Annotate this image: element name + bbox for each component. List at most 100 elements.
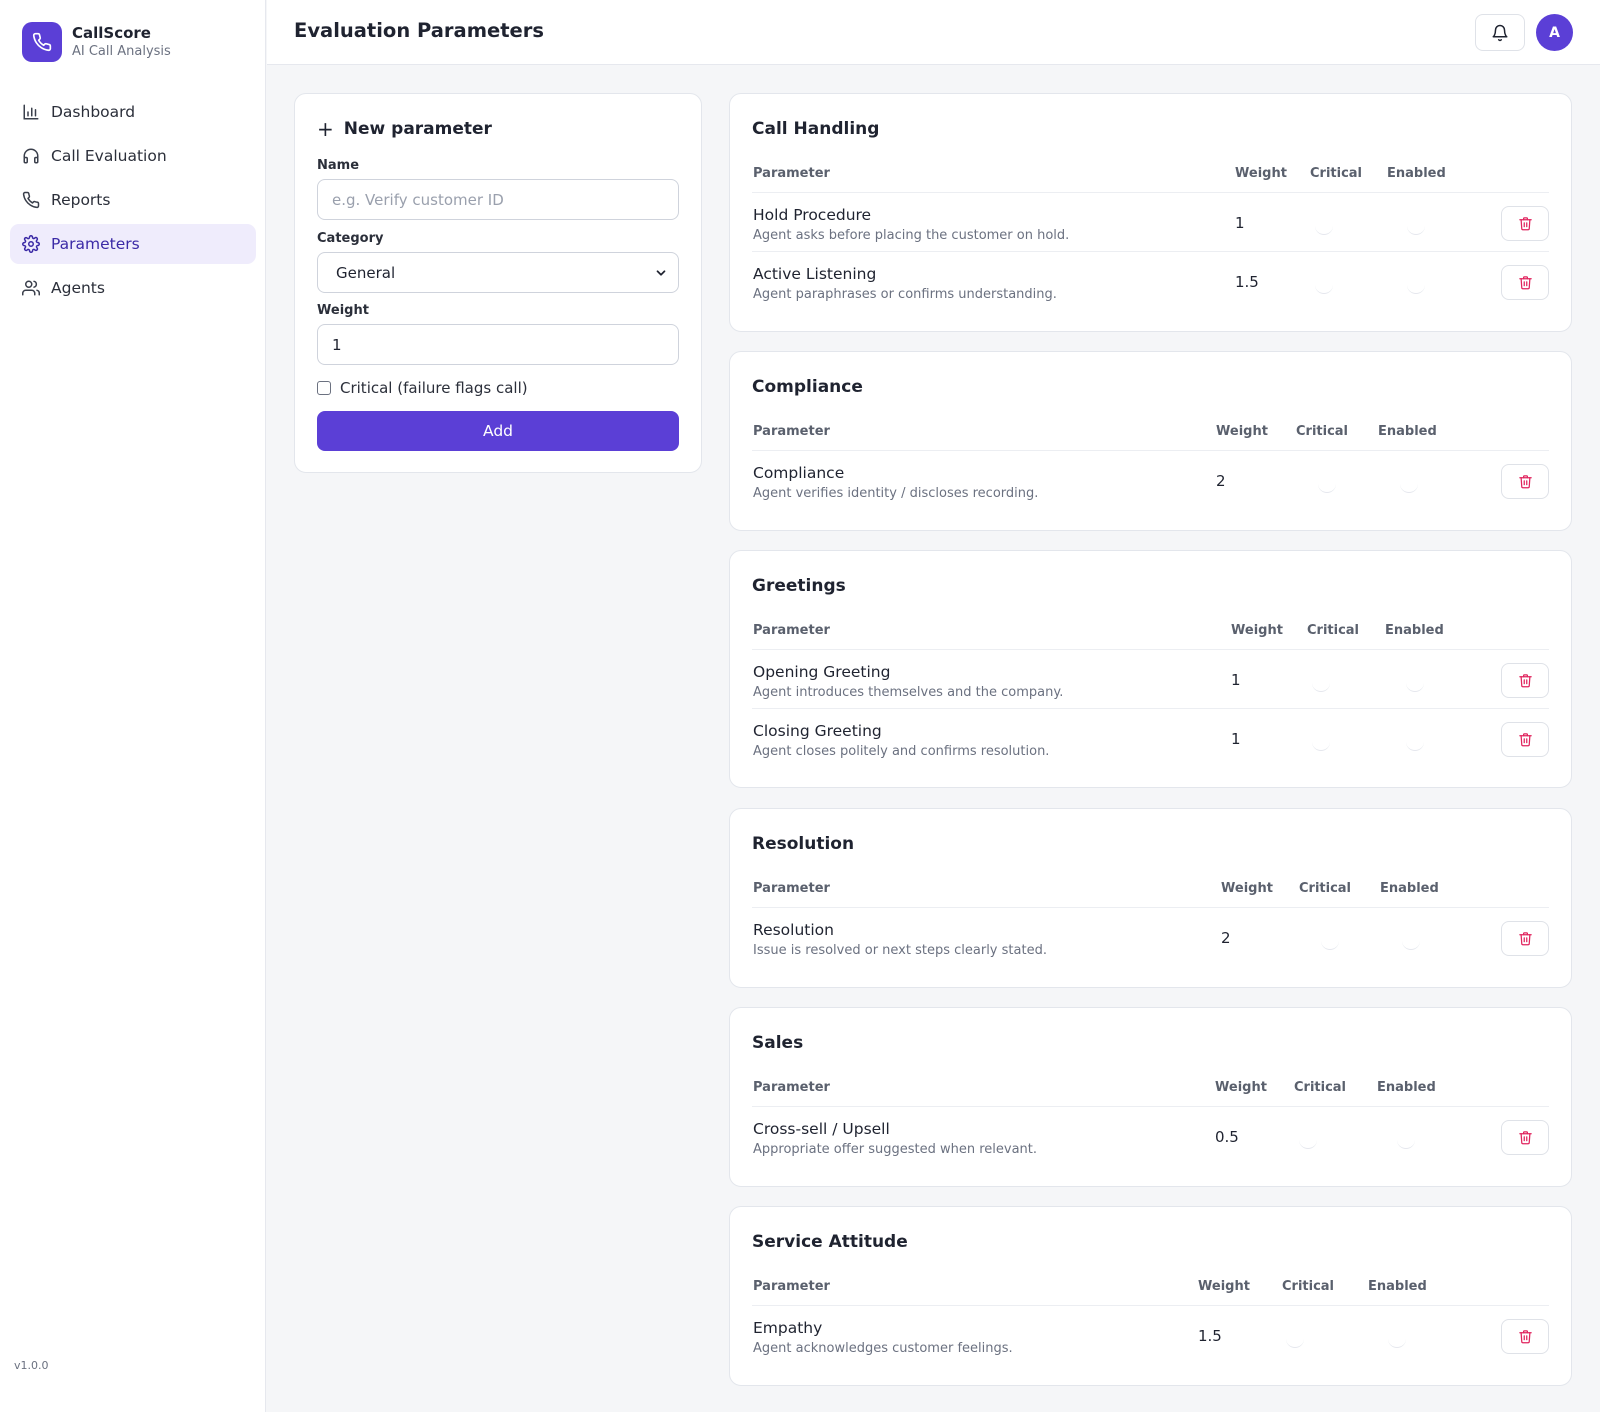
category-title: Service Attitude — [752, 1232, 908, 1252]
gear-icon — [22, 235, 40, 253]
parameter-name: Empathy — [753, 1319, 823, 1337]
column-header-enabled: Enabled — [1380, 881, 1439, 896]
parameter-weight: 2 — [1216, 472, 1226, 490]
critical-toggle[interactable] — [1318, 483, 1336, 493]
parameter-name: Opening Greeting — [753, 663, 891, 681]
users-icon — [22, 279, 40, 297]
brand[interactable]: CallScore AI Call Analysis — [22, 22, 171, 62]
top-header: Evaluation Parameters A — [267, 0, 1600, 65]
name-label: Name — [317, 158, 360, 173]
enabled-toggle[interactable] — [1400, 483, 1418, 493]
notifications-button[interactable] — [1475, 14, 1525, 51]
sidebar-item-label: Agents — [51, 279, 105, 297]
enabled-toggle[interactable] — [1406, 741, 1424, 751]
enabled-toggle[interactable] — [1388, 1338, 1406, 1348]
weight-label: Weight — [317, 303, 369, 318]
delete-button[interactable] — [1501, 722, 1549, 757]
enabled-toggle[interactable] — [1402, 940, 1420, 950]
app-version: v1.0.0 — [14, 1359, 49, 1372]
category-card-sales: Sales Parameter Weight Critical Enabled … — [729, 1007, 1572, 1187]
trash-icon — [1518, 673, 1533, 688]
parameter-name: Compliance — [753, 464, 845, 482]
parameter-name: Cross-sell / Upsell — [753, 1120, 890, 1138]
column-header-parameter: Parameter — [753, 623, 830, 638]
delete-button[interactable] — [1501, 464, 1549, 499]
avatar[interactable]: A — [1536, 14, 1573, 51]
critical-toggle[interactable] — [1321, 940, 1339, 950]
category-card-compliance: Compliance Parameter Weight Critical Ena… — [729, 351, 1572, 531]
critical-toggle[interactable] — [1315, 284, 1333, 294]
column-header-critical: Critical — [1310, 166, 1363, 181]
sidebar-item-reports[interactable]: Reports — [10, 180, 256, 220]
trash-icon — [1518, 474, 1533, 489]
table-row: Active Listening Agent paraphrases or co… — [752, 251, 1549, 309]
parameter-name: Active Listening — [753, 265, 877, 283]
parameter-description: Agent asks before placing the customer o… — [753, 228, 1070, 243]
critical-checkbox[interactable] — [317, 381, 331, 395]
critical-toggle[interactable] — [1312, 741, 1330, 751]
weight-input[interactable] — [317, 324, 679, 365]
category-select[interactable]: General — [317, 252, 679, 293]
delete-button[interactable] — [1501, 921, 1549, 956]
category-card-call-handling: Call Handling Parameter Weight Critical … — [729, 93, 1572, 332]
parameter-weight: 1.5 — [1198, 1327, 1222, 1345]
enabled-toggle[interactable] — [1397, 1139, 1415, 1149]
category-card-resolution: Resolution Parameter Weight Critical Ena… — [729, 808, 1572, 988]
critical-checkbox-row[interactable]: Critical (failure flags call) — [317, 379, 528, 397]
table-row: Cross-sell / Upsell Appropriate offer su… — [752, 1107, 1549, 1165]
delete-button[interactable] — [1501, 206, 1549, 241]
sidebar-item-agents[interactable]: Agents — [10, 268, 256, 308]
column-header-parameter: Parameter — [753, 1279, 830, 1294]
sidebar-item-dashboard[interactable]: Dashboard — [10, 92, 256, 132]
column-header-parameter: Parameter — [753, 424, 830, 439]
column-header-parameter: Parameter — [753, 881, 830, 896]
critical-checkbox-label: Critical (failure flags call) — [340, 379, 528, 397]
sidebar-item-label: Parameters — [51, 235, 140, 253]
trash-icon — [1518, 275, 1533, 290]
column-header-critical: Critical — [1282, 1279, 1335, 1294]
critical-toggle[interactable] — [1315, 225, 1333, 235]
category-title: Sales — [752, 1033, 804, 1053]
enabled-toggle[interactable] — [1406, 682, 1424, 692]
phone-icon — [22, 191, 40, 209]
enabled-toggle[interactable] — [1407, 284, 1425, 294]
column-header-weight: Weight — [1216, 424, 1268, 439]
trash-icon — [1518, 732, 1533, 747]
parameter-weight: 1 — [1231, 730, 1241, 748]
column-header-enabled: Enabled — [1377, 1080, 1436, 1095]
trash-icon — [1518, 216, 1533, 231]
sidebar-item-call-evaluation[interactable]: Call Evaluation — [10, 136, 256, 176]
app-name: CallScore — [72, 24, 151, 42]
sidebar-item-parameters[interactable]: Parameters — [10, 224, 256, 264]
delete-button[interactable] — [1501, 1319, 1549, 1354]
parameter-description: Agent acknowledges customer feelings. — [753, 1341, 1013, 1356]
critical-toggle[interactable] — [1299, 1139, 1317, 1149]
phone-logo-icon — [22, 22, 62, 62]
column-header-enabled: Enabled — [1378, 424, 1437, 439]
column-header-weight: Weight — [1215, 1080, 1267, 1095]
new-parameter-form: + New parameter Name Category General We… — [294, 93, 702, 473]
critical-toggle[interactable] — [1312, 682, 1330, 692]
parameter-weight: 1 — [1235, 214, 1245, 232]
column-header-parameter: Parameter — [753, 166, 830, 181]
parameter-description: Issue is resolved or next steps clearly … — [753, 943, 1047, 958]
parameter-name: Hold Procedure — [753, 206, 872, 224]
sidebar: CallScore AI Call Analysis Dashboard Cal… — [0, 0, 266, 1412]
plus-icon: + — [317, 117, 334, 141]
delete-button[interactable] — [1501, 265, 1549, 300]
name-input[interactable] — [317, 179, 679, 220]
add-button[interactable]: Add — [317, 411, 679, 451]
enabled-toggle[interactable] — [1407, 225, 1425, 235]
column-header-enabled: Enabled — [1387, 166, 1446, 181]
category-title: Greetings — [752, 576, 846, 596]
category-title: Resolution — [752, 834, 855, 854]
critical-toggle[interactable] — [1286, 1338, 1304, 1348]
delete-button[interactable] — [1501, 1120, 1549, 1155]
category-title: Compliance — [752, 377, 863, 397]
column-header-weight: Weight — [1198, 1279, 1250, 1294]
table-row: Resolution Issue is resolved or next ste… — [752, 908, 1549, 966]
delete-button[interactable] — [1501, 663, 1549, 698]
page-title: Evaluation Parameters — [294, 19, 545, 42]
column-header-critical: Critical — [1296, 424, 1349, 439]
category-card-greetings: Greetings Parameter Weight Critical Enab… — [729, 550, 1572, 788]
